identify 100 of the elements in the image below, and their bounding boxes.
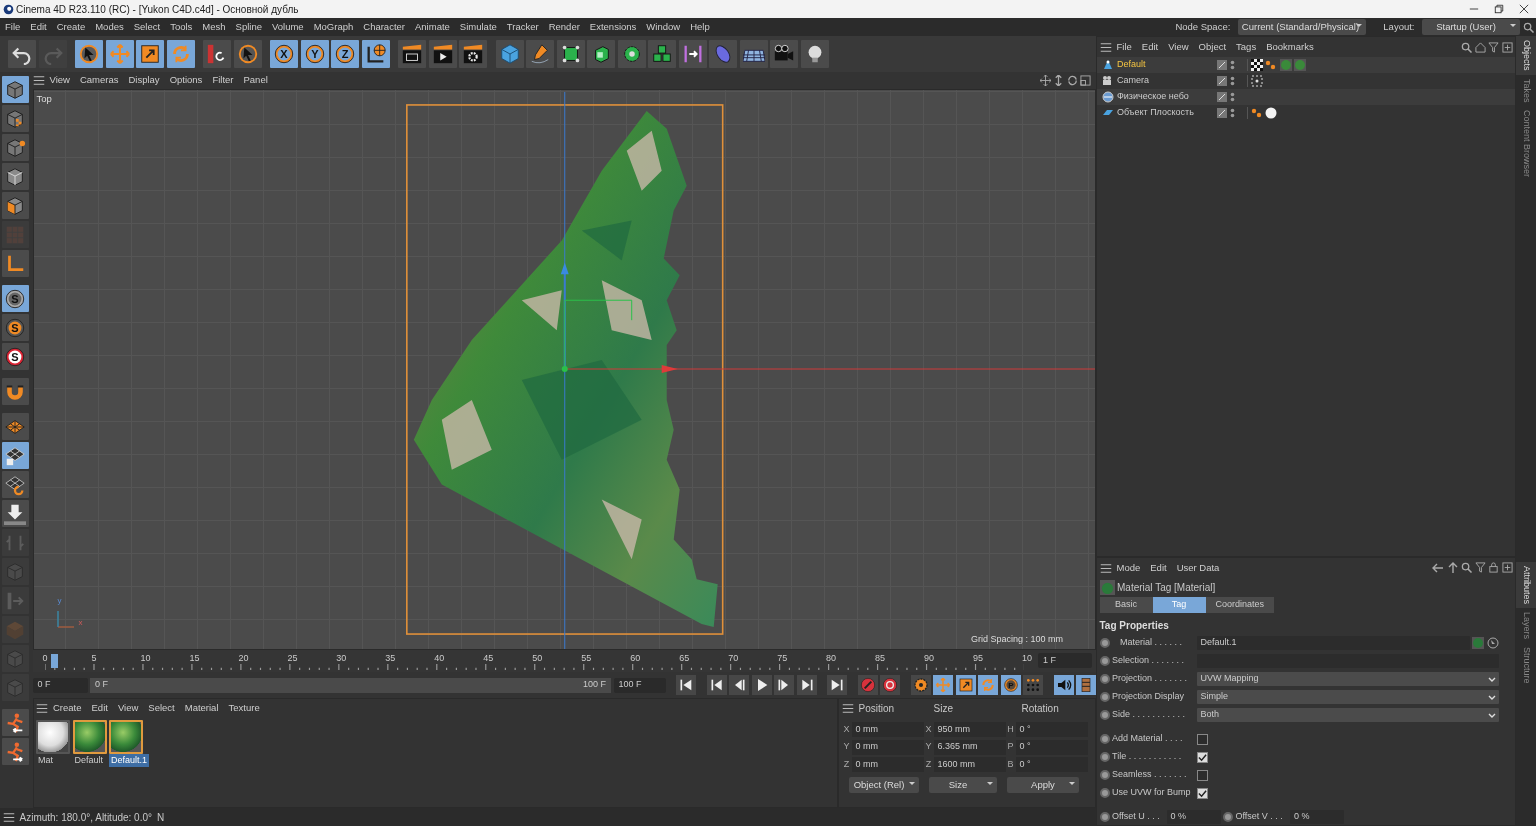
tool-button[interactable] <box>1 192 29 219</box>
object-row[interactable]: Объект Плоскость <box>1097 105 1515 121</box>
menu-item[interactable]: User Data <box>1171 560 1225 576</box>
menu-item[interactable]: Modes <box>90 19 129 35</box>
rotation-field[interactable]: 0 ° <box>1015 722 1088 737</box>
material-name[interactable]: Default <box>72 753 106 767</box>
object-row[interactable]: Default <box>1097 57 1515 73</box>
checkbox[interactable] <box>1196 733 1208 745</box>
menu-item[interactable]: Tracker <box>501 19 544 35</box>
animation-radio[interactable] <box>1223 812 1233 822</box>
menu-item[interactable]: Edit <box>1145 560 1172 576</box>
toolbar-button[interactable] <box>233 40 262 68</box>
tool-button[interactable] <box>1 738 29 765</box>
side-tab[interactable]: Attributes <box>1516 562 1536 609</box>
transport-button[interactable] <box>1053 675 1074 695</box>
coordinate-mode-dropdown[interactable]: Object (Rel) <box>849 777 919 794</box>
tool-button[interactable] <box>1 471 29 498</box>
side-tab[interactable]: Objects <box>1516 36 1536 75</box>
number-field[interactable]: 0 % <box>1290 810 1344 824</box>
rotation-field[interactable]: 0 ° <box>1015 739 1088 755</box>
animation-radio[interactable] <box>1099 812 1110 822</box>
object-row[interactable]: Camera <box>1097 73 1515 89</box>
checkbox[interactable] <box>1196 769 1208 781</box>
menu-item[interactable]: MoGraph <box>308 19 359 35</box>
material-swatch[interactable] <box>72 719 107 754</box>
transport-button[interactable] <box>827 675 847 695</box>
menu-item[interactable]: Texture <box>223 700 265 716</box>
menu-item[interactable]: Cameras <box>74 73 124 88</box>
toolbar-button[interactable] <box>75 40 103 68</box>
transport-button[interactable] <box>1076 675 1096 695</box>
menu-item[interactable]: Filter <box>207 73 239 88</box>
transport-button[interactable] <box>751 675 772 695</box>
toolbar-button[interactable] <box>617 40 646 68</box>
tab[interactable]: Coordinates <box>1205 597 1275 613</box>
dropdown-field[interactable]: Simple <box>1196 690 1499 704</box>
menu-item[interactable]: Animate <box>410 19 455 35</box>
menu-item[interactable]: File <box>1111 39 1137 55</box>
menu-item[interactable]: Select <box>128 19 166 35</box>
playhead[interactable] <box>51 654 59 668</box>
menu-item[interactable]: Window <box>641 19 686 35</box>
checkbox[interactable] <box>1196 751 1208 763</box>
menu-item[interactable]: Volume <box>266 19 309 35</box>
tool-button[interactable] <box>1 134 29 161</box>
toolbar-button[interactable] <box>678 40 707 68</box>
end-frame-field[interactable]: 100 F <box>613 677 666 693</box>
menu-item[interactable]: Mode <box>1111 560 1146 576</box>
menu-item[interactable]: Edit <box>1136 39 1164 55</box>
animation-radio[interactable] <box>1099 692 1110 702</box>
animation-radio[interactable] <box>1099 752 1110 762</box>
frame-range-slider[interactable]: 0 F 100 F <box>90 677 611 693</box>
menu-item[interactable]: Create <box>48 700 87 716</box>
animation-radio[interactable] <box>1099 656 1110 666</box>
toolbar-button[interactable] <box>800 40 829 68</box>
start-frame-field[interactable]: 0 F <box>32 677 88 693</box>
menu-item[interactable]: File <box>0 19 26 35</box>
toolbar-button[interactable] <box>361 40 390 68</box>
layout-dropdown[interactable]: Startup (User) <box>1422 18 1520 36</box>
toolbar-button[interactable] <box>203 40 231 68</box>
apply-button[interactable]: Apply <box>1007 777 1079 794</box>
side-tab[interactable]: Structure <box>1516 643 1536 688</box>
animation-radio[interactable] <box>1099 770 1110 780</box>
side-tab[interactable]: Layers <box>1516 608 1536 644</box>
size-field[interactable]: 1600 mm <box>933 757 1006 772</box>
animation-radio[interactable] <box>1099 674 1110 684</box>
transport-button[interactable] <box>706 675 727 695</box>
dropdown-field[interactable]: Both <box>1196 708 1499 722</box>
menu-item[interactable]: Tags <box>1231 39 1262 55</box>
transport-button[interactable] <box>955 675 976 695</box>
transport-button[interactable] <box>880 675 900 695</box>
animation-radio[interactable] <box>1099 710 1110 720</box>
tool-button[interactable] <box>1 500 29 527</box>
material-name[interactable]: Mat <box>36 753 55 767</box>
menu-item[interactable]: Spline <box>230 19 267 35</box>
number-field[interactable]: 0 % <box>1166 810 1221 824</box>
transport-button[interactable] <box>774 675 794 695</box>
menu-item[interactable]: Extensions <box>584 19 642 35</box>
toolbar-button[interactable] <box>587 40 615 68</box>
menu-item[interactable]: View <box>1163 39 1194 55</box>
toolbar-button[interactable] <box>648 40 676 68</box>
transport-button[interactable] <box>729 675 749 695</box>
tool-button[interactable] <box>1 378 29 405</box>
toolbar-button[interactable] <box>556 40 585 68</box>
toolbar-button[interactable] <box>136 40 164 68</box>
tool-button[interactable] <box>1 442 29 469</box>
menu-item[interactable]: Edit <box>25 19 52 35</box>
menu-item[interactable]: Character <box>358 19 410 35</box>
position-field[interactable]: 0 mm <box>851 739 924 755</box>
tab[interactable]: Basic <box>1099 597 1153 613</box>
animation-radio[interactable] <box>1099 638 1110 648</box>
material-link-field[interactable]: Default.1 <box>1196 636 1470 650</box>
menu-item[interactable]: Object <box>1193 39 1232 55</box>
animation-radio[interactable] <box>1099 788 1110 798</box>
tool-button[interactable] <box>1 163 29 190</box>
toolbar-button[interactable] <box>398 40 426 68</box>
menu-item[interactable]: Render <box>543 19 585 35</box>
tool-button[interactable] <box>1 709 29 736</box>
menu-item[interactable]: Display <box>123 73 165 88</box>
toolbar-button[interactable] <box>8 40 36 68</box>
current-frame-field[interactable]: 1 F <box>1038 653 1092 668</box>
side-tab[interactable]: Takes <box>1516 74 1536 107</box>
